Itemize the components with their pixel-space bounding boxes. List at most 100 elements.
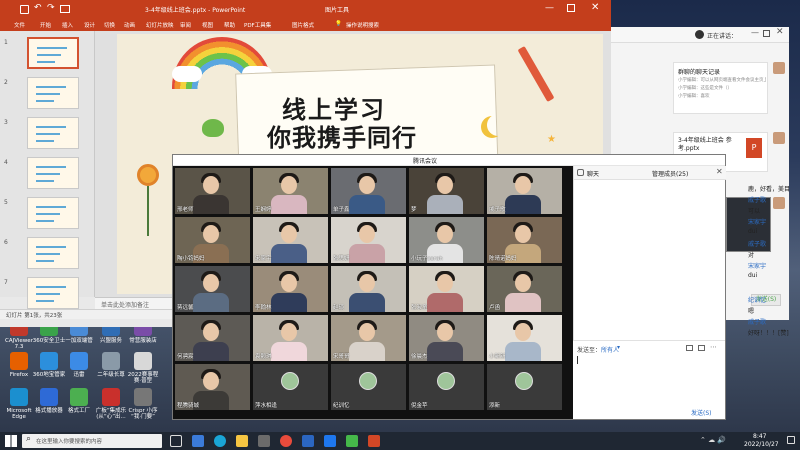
wechat-icon[interactable] [346,435,358,447]
tell-me-search[interactable]: 操作说明搜索 [346,21,379,29]
slide-thumbnail[interactable] [27,197,79,229]
slide-thumbnail[interactable] [27,117,79,149]
slide-title-line2[interactable]: 你我携手同行 [267,118,417,153]
chrome-icon[interactable] [280,435,292,447]
tab-insert[interactable]: 插入 [62,21,73,29]
chat-records-card[interactable]: 群聊的聊天记录 小学编辑：可以从网页端查看文件会议主页上... 小学编辑：这些是… [673,62,768,114]
slide-thumbnail[interactable] [27,277,79,309]
desktop-shortcut[interactable]: 二年级长尊 [94,352,128,378]
slide-thumbnail[interactable] [27,77,79,109]
slide-thumbnail[interactable] [27,237,79,269]
tab-review[interactable]: 审阅 [180,21,191,29]
tencent-meeting-icon[interactable] [324,435,336,447]
widgets-icon[interactable] [192,435,204,447]
word-icon[interactable] [302,435,314,447]
chat-sender-name[interactable]: 戚子歌 [748,239,766,248]
close-icon[interactable]: ✕ [591,2,599,13]
desktop-shortcut[interactable]: Microsoft Edge [2,388,36,420]
edge-icon[interactable] [214,435,226,447]
participant-video-tile[interactable]: 袁颢琪 [253,315,328,361]
file-icon[interactable] [686,345,693,351]
tab-view[interactable]: 视图 [202,21,213,29]
tray-icons[interactable]: ⌃ ☁ 🔊 [700,436,726,444]
send-button[interactable]: 发送(S) [691,408,712,417]
chat-input-area[interactable]: 发送至： 所有人 ▾ ⋯ 发送(S) [573,340,725,419]
file-explorer-icon[interactable] [236,435,248,447]
avatar[interactable] [773,197,785,209]
tab-animations[interactable]: 动画 [124,21,135,29]
maximize-icon[interactable] [567,4,575,12]
desktop-shortcut[interactable]: Firefox [2,352,36,378]
participant-video-tile[interactable]: 梦 [409,168,484,214]
participant-video-tile[interactable]: 程腾骑城 [175,364,250,410]
tab-home[interactable]: 开始 [40,21,51,29]
close-icon[interactable]: ✕ [716,167,723,176]
chat-sender-name[interactable]: 戚子歌 [748,317,766,326]
slide-thumbnail[interactable] [27,157,79,189]
save-icon[interactable] [20,5,29,14]
screenshot-icon[interactable] [698,345,705,351]
participant-video-tile[interactable]: 添新 [487,364,562,410]
task-view-icon[interactable] [170,435,182,447]
avatar[interactable] [773,132,785,144]
participant-video-tile[interactable]: 纪训忆 [331,364,406,410]
tab-pdf-tools[interactable]: PDF工具集 [244,21,271,29]
participant-video-tile[interactable]: 倪金苹 [409,364,484,410]
tab-design[interactable]: 设计 [84,21,95,29]
minimize-icon[interactable]: — [545,3,554,13]
powerpoint-icon[interactable] [368,435,380,447]
participant-video-tile[interactable]: 张淑童 [409,266,484,312]
participant-video-tile[interactable]: 陶小钧妈妈 [175,217,250,263]
notification-icon[interactable] [787,436,795,444]
participant-video-tile[interactable]: 李翰林 [253,266,328,312]
tab-slideshow[interactable]: 幻灯片放映 [146,21,174,29]
tab-members[interactable]: 管理成员(25) [652,169,688,178]
present-icon[interactable] [60,5,70,13]
chat-sender-name[interactable]: 纪训忆 [748,295,766,304]
minimize-icon[interactable]: — [751,28,759,37]
tab-picture-format[interactable]: 图片格式 [292,21,314,29]
chevron-down-icon[interactable]: ▾ [617,344,620,351]
participant-video-tile[interactable]: 卢函 [487,266,562,312]
participant-video-tile[interactable]: 王娴婷 [253,168,328,214]
participant-video-tile[interactable]: 戚子歌 [487,168,562,214]
participant-video-tile[interactable]: 蒋远馨 [175,266,250,312]
participant-video-tile[interactable]: 徐晨杰 [409,315,484,361]
chat-sender-name[interactable]: 戚子歌 [748,195,766,204]
participant-video-tile[interactable]: 萍水相逢 [253,364,328,410]
tab-transitions[interactable]: 切换 [104,21,115,29]
participant-video-tile[interactable]: 小玩子sarah [409,217,484,263]
tab-chat[interactable]: 聊天 [587,169,599,178]
desktop-shortcut[interactable]: 360地宝管家 [32,352,66,378]
desktop-shortcut[interactable]: 迅雷 [62,352,96,378]
participant-video-tile[interactable]: 邢老师 [175,168,250,214]
taskbar-search-box[interactable]: ⌕ 在这里输入你要搜索的内容 [22,434,162,448]
participant-video-tile[interactable]: 宋家宇 [253,217,328,263]
desktop-shortcut[interactable]: 广板“集成乐 (从“心”出... [94,388,128,420]
participant-video-tile[interactable]: 宋哥哥 [331,315,406,361]
tab-help[interactable]: 帮助 [224,21,235,29]
clock-time[interactable]: 8:47 [753,433,766,440]
slide-thumbnail[interactable] [27,37,79,69]
avatar[interactable] [773,62,785,74]
participant-video-tile[interactable]: 张思妍 [331,217,406,263]
clock-date[interactable]: 2022/10/27 [744,441,779,448]
desktop-shortcut[interactable]: 格式工厂 [62,388,96,414]
chat-sender-name[interactable]: 宋家宇 [748,261,766,270]
maximize-icon[interactable] [763,30,770,37]
desktop-shortcut[interactable]: Crispr 小序 “我·门要” [126,388,160,420]
windows-start-icon[interactable] [5,435,17,447]
participant-video-tile[interactable]: 陈晴诺妈妈 [487,217,562,263]
participant-video-tile[interactable]: 赵硕 [331,266,406,312]
redo-icon[interactable]: ↷ [47,3,55,13]
participant-video-tile[interactable]: 小新新 [487,315,562,361]
tab-file[interactable]: 文件 [14,21,25,29]
participant-video-tile[interactable]: 单子鑫 [331,168,406,214]
desktop-shortcut[interactable]: 2022赛事程 赛·普罡 [126,352,160,384]
store-icon[interactable] [258,435,270,447]
more-icon[interactable]: ⋯ [710,343,717,351]
chat-sender-name[interactable]: 宋家宇 [748,217,766,226]
desktop-shortcut[interactable]: 格式播放器 [32,388,66,414]
participant-video-tile[interactable]: 何骋宸 [175,315,250,361]
close-icon[interactable]: ✕ [776,27,784,37]
